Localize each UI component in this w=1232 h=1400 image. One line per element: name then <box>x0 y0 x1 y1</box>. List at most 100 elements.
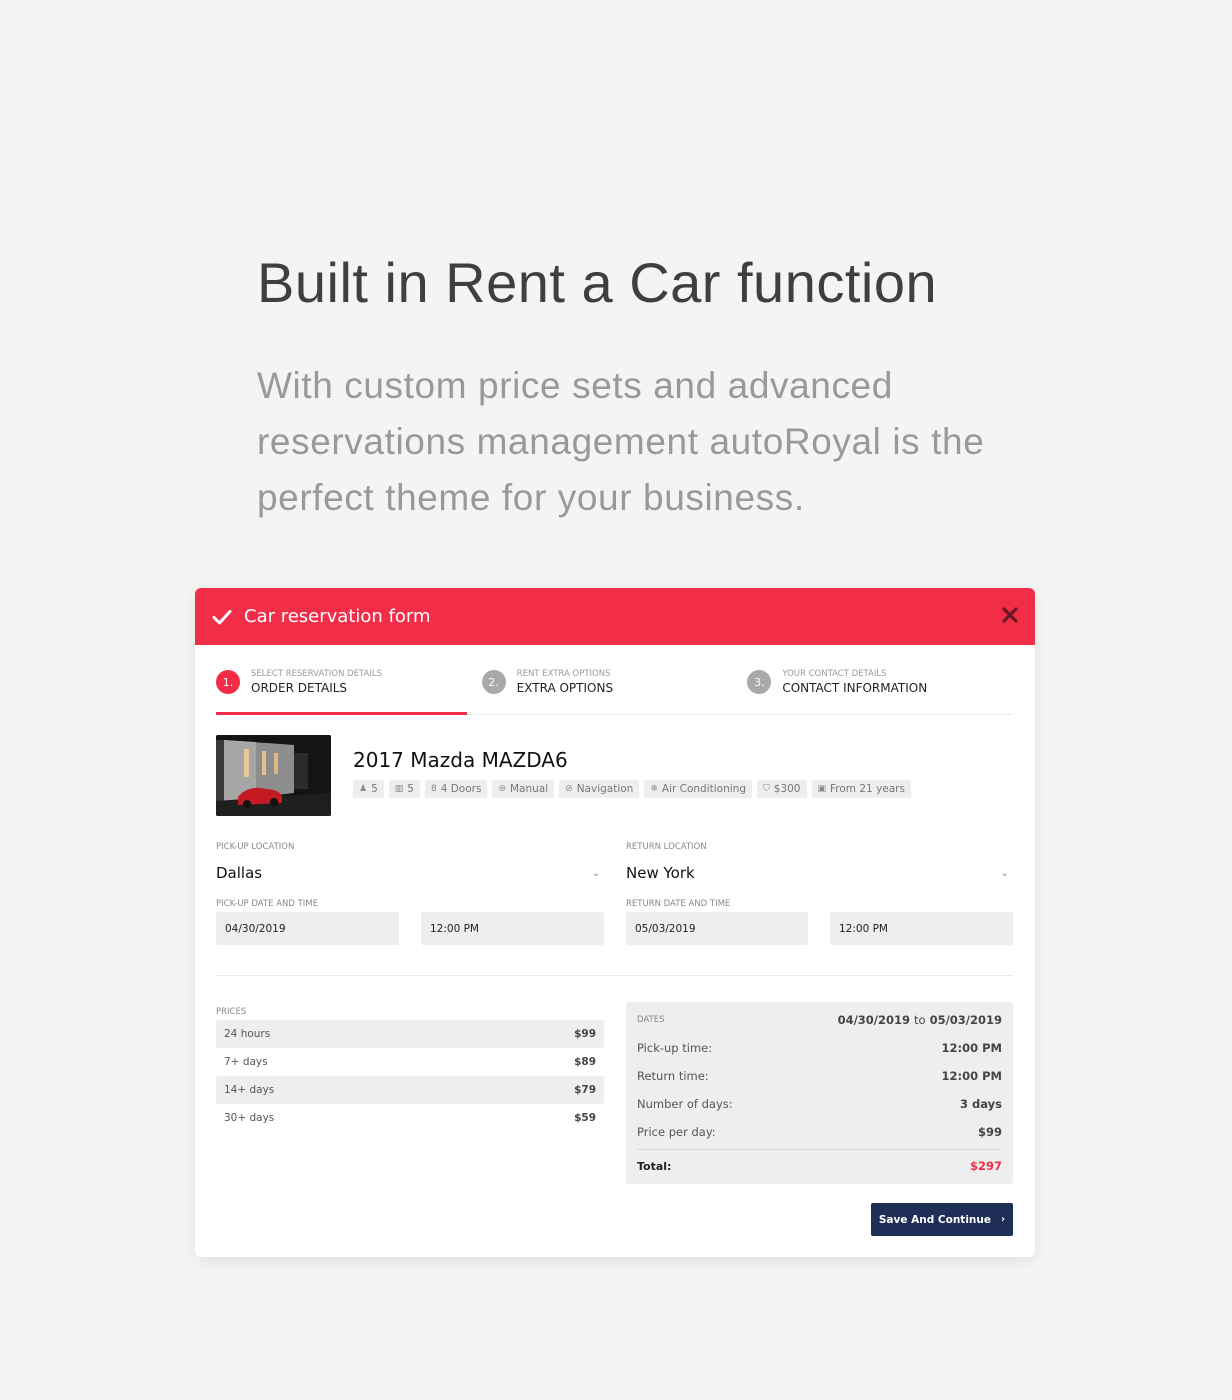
id-card-icon: ▣ <box>817 784 827 794</box>
car-title: 2017 Mazda MAZDA6 <box>353 748 568 772</box>
summary-row: Pick-up time: 12:00 PM <box>637 1034 1002 1062</box>
booking-summary: Dates 04/30/2019 to 05/03/2019 Pick-up t… <box>626 1002 1013 1184</box>
price-period: 24 hours <box>224 1028 271 1040</box>
summary-label: Pick-up time: <box>637 1041 713 1055</box>
price-period: 7+ days <box>224 1056 268 1068</box>
return-date-input[interactable]: 05/03/2019 <box>626 912 808 945</box>
navigation-icon: ⊘ <box>565 784 573 794</box>
feature-deposit: ⛉ $300 <box>757 780 807 798</box>
save-and-continue-button[interactable]: Save And Continue › <box>871 1203 1013 1236</box>
summary-row: Price per day: $99 <box>637 1118 1002 1146</box>
step-number: 2. <box>481 670 506 694</box>
feature-navigation: ⊘ Navigation <box>559 780 640 798</box>
feature-air-conditioning: ❄ Air Conditioning <box>644 780 752 798</box>
save-button-label: Save And Continue <box>878 1213 991 1226</box>
pickup-location-value: Dallas <box>216 864 263 882</box>
feature-label: 4 Doors <box>440 783 482 795</box>
prices-table: 24 hours $99 7+ days $89 14+ days $79 30+ d… <box>216 1020 604 1132</box>
return-location-value: New York <box>626 864 695 882</box>
pickup-location-label: Pick-up location <box>216 842 295 852</box>
price-value: $89 <box>574 1056 596 1068</box>
feature-label: From 21 years <box>830 783 905 795</box>
step-caption: Select reservation details <box>251 669 382 679</box>
pickup-datetime-label: Pick-up date and time <box>216 899 319 909</box>
car-image <box>216 735 331 816</box>
step-contact-information[interactable]: 3. Your contact details Contact informat… <box>747 668 1013 714</box>
return-time-input[interactable]: 12:00 PM <box>830 912 1013 945</box>
step-number: 3. <box>747 670 772 694</box>
feature-label: 5 <box>407 783 414 795</box>
form-header: Car reservation form <box>195 588 1035 645</box>
feature-doors: 84 Doors <box>424 780 488 798</box>
summary-total-row: Total: $297 <box>637 1152 1002 1180</box>
hero-title: Built in Rent a Car function <box>257 251 938 314</box>
pickup-location-select[interactable]: Dallas ⌄ <box>216 860 604 886</box>
summary-value: 12:00 PM <box>941 1041 1002 1055</box>
date-to: 05/03/2019 <box>929 1013 1002 1027</box>
price-row: 7+ days $89 <box>216 1048 604 1076</box>
feature-label: Air Conditioning <box>661 783 746 795</box>
return-datetime-label: Return date and time <box>626 899 731 909</box>
step-title: Extra options <box>516 681 614 695</box>
check-icon <box>212 609 232 624</box>
price-row: 14+ days $79 <box>216 1076 604 1104</box>
user-icon: ♟ <box>359 784 368 794</box>
chevron-down-icon: ⌄ <box>1000 867 1009 879</box>
return-location-label: Return location <box>626 842 707 852</box>
return-location-select[interactable]: New York ⌄ <box>626 860 1013 886</box>
feature-luggage: ▥ 5 <box>388 780 420 798</box>
chevron-down-icon: ⌄ <box>591 867 600 879</box>
summary-row: Number of days: 3 days <box>637 1090 1002 1118</box>
step-number: 1. <box>216 670 240 694</box>
summary-dates-row: Dates 04/30/2019 to 05/03/2019 <box>637 1006 1002 1034</box>
summary-dates-label: Dates <box>637 1015 665 1025</box>
feature-label: 5 <box>371 783 378 795</box>
door-icon: 8 <box>430 784 437 794</box>
price-value: $59 <box>574 1112 596 1124</box>
step-caption: Your contact details <box>782 669 887 679</box>
transmission-icon: ⊜ <box>498 784 506 794</box>
summary-label: Number of days: <box>637 1097 733 1111</box>
step-extra-options[interactable]: 2. Rent extra options Extra options <box>481 668 748 714</box>
hero-subtitle: With custom price sets and advanced rese… <box>257 365 985 518</box>
feature-label: Manual <box>510 783 549 795</box>
summary-value: 12:00 PM <box>941 1069 1002 1083</box>
close-icon[interactable] <box>1001 606 1019 624</box>
summary-label: Price per day: <box>637 1125 716 1139</box>
date-from: 04/30/2019 <box>837 1013 910 1027</box>
price-period: 14+ days <box>224 1084 275 1096</box>
step-caption: Rent extra options <box>516 669 611 679</box>
car-features: ♟ 5 ▥ 5 84 Doors ⊜ Manual ⊘ Navigation ❄ Air … <box>353 780 911 798</box>
prices-label: Prices <box>216 1007 247 1017</box>
feature-label: Navigation <box>576 783 634 795</box>
feature-label: $300 <box>773 783 801 795</box>
price-value: $99 <box>574 1028 596 1040</box>
reservation-form-card: Car reservation form 1. Select reservati… <box>195 588 1035 1257</box>
pickup-date-input[interactable]: 04/30/2019 <box>216 912 399 945</box>
price-row: 24 hours $99 <box>216 1020 604 1048</box>
step-title: Order details <box>251 681 348 695</box>
luggage-icon: ▥ <box>394 784 404 794</box>
total-label: Total: <box>637 1159 672 1173</box>
active-step-indicator <box>216 712 467 715</box>
form-title: Car reservation form <box>244 606 431 627</box>
snowflake-icon: ❄ <box>650 784 658 794</box>
chevron-right-icon: › <box>1001 1214 1006 1225</box>
summary-row: Return time: 12:00 PM <box>637 1062 1002 1090</box>
summary-dates-value: 04/30/2019 to 05/03/2019 <box>838 1013 1002 1027</box>
feature-transmission: ⊜ Manual <box>492 780 555 798</box>
price-value: $79 <box>574 1084 596 1096</box>
price-period: 30+ days <box>224 1112 275 1124</box>
feature-seats: ♟ 5 <box>353 780 384 798</box>
summary-value: 3 days <box>960 1097 1002 1111</box>
step-order-details[interactable]: 1. Select reservation details Order deta… <box>216 668 482 714</box>
summary-label: Return time: <box>637 1069 709 1083</box>
summary-value: $99 <box>977 1125 1002 1139</box>
shield-icon: ⛉ <box>763 784 770 794</box>
steps-nav: 1. Select reservation details Order deta… <box>216 668 1013 715</box>
section-divider <box>216 975 1013 976</box>
feature-min-age: ▣ From 21 years <box>811 780 911 798</box>
total-value: $297 <box>969 1159 1002 1173</box>
pickup-time-input[interactable]: 12:00 PM <box>421 912 604 945</box>
summary-divider <box>637 1149 1002 1150</box>
